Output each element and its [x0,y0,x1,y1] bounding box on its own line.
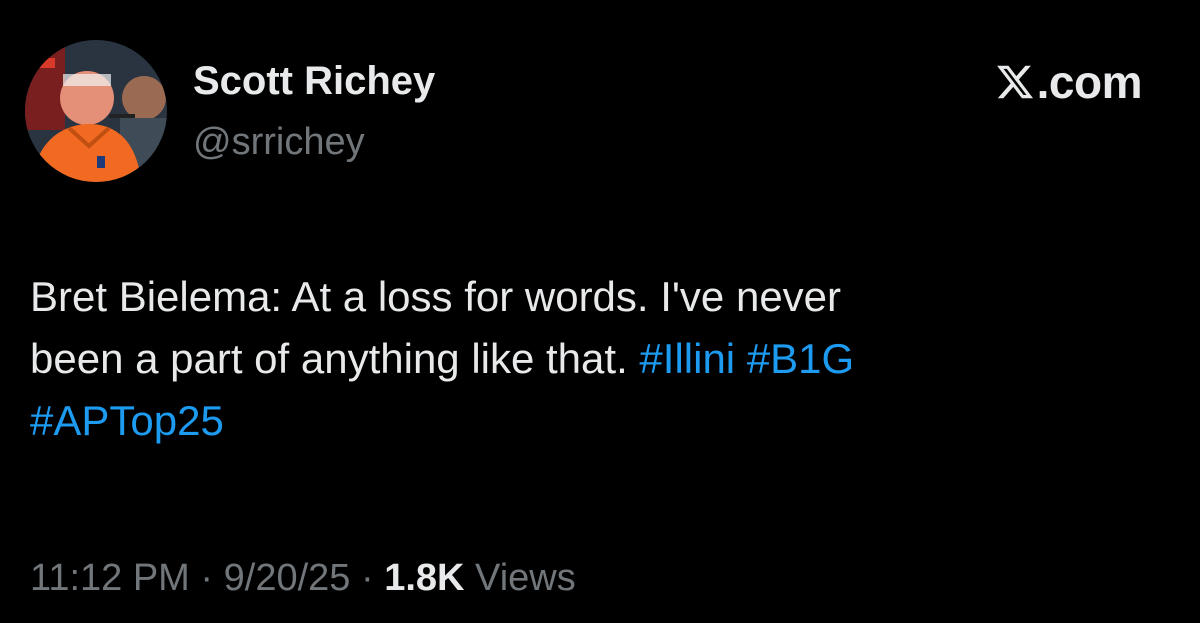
views-count[interactable]: 1.8K [384,557,464,599]
author-display-name[interactable]: Scott Richey [193,57,435,105]
meta-separator-2: · [360,557,374,599]
tweet-line-3: #APTop25 [30,390,1170,452]
author-handle[interactable]: @srrichey [193,119,365,165]
tweet-meta: 11:12 PM · 9/20/25 · 1.8K Views [30,554,576,602]
brand-domain: .com [1036,56,1143,108]
hashtag-aptop25[interactable]: #APTop25 [30,397,224,444]
hashtag-b1g[interactable]: #B1G [747,335,854,382]
tweet-line-1: Bret Bielema: At a loss for words. I've … [30,273,842,320]
tweet-time[interactable]: 11:12 PM [30,557,190,599]
views-label: Views [475,557,576,599]
tweet-card: Scott Richey @srrichey .com Bret Bielema… [0,0,1200,623]
tweet-line-2-text: been a part of anything like that. [30,335,628,382]
profile-photo-icon [25,40,167,182]
hashtag-illini[interactable]: #Illini [639,335,735,382]
x-brand: .com [995,56,1143,108]
tweet-date[interactable]: 9/20/25 [224,557,351,599]
meta-separator: · [200,557,214,599]
tweet-line-2: been a part of anything like that. #Illi… [30,328,1170,390]
tweet-text: Bret Bielema: At a loss for words. I've … [30,266,1170,452]
author-avatar[interactable] [25,40,167,182]
x-logo-icon [996,65,1033,99]
